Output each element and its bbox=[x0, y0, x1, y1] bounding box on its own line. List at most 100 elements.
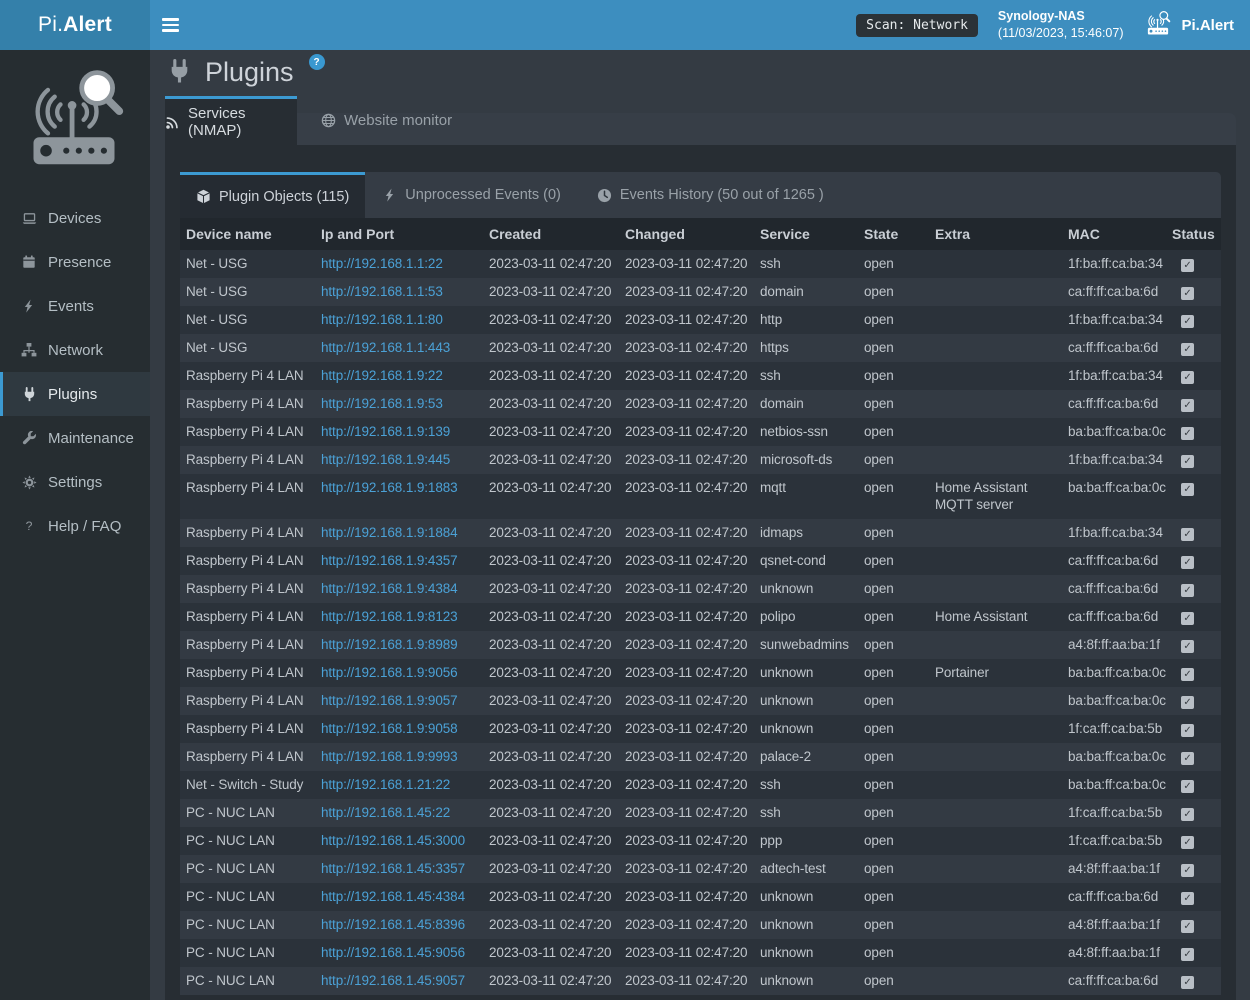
ip-port-link[interactable]: http://192.168.1.21:22 bbox=[321, 777, 450, 792]
column-header-ip-and-port[interactable]: Ip and Port bbox=[315, 218, 483, 250]
ip-port-link[interactable]: http://192.168.1.9:53 bbox=[321, 396, 443, 411]
status-checkbox[interactable]: ✓ bbox=[1181, 808, 1194, 821]
status-checkbox[interactable]: ✓ bbox=[1181, 780, 1194, 793]
sidebar-item-plugins[interactable]: Plugins bbox=[0, 372, 150, 416]
cell-ip: http://192.168.1.9:8989 bbox=[315, 631, 483, 659]
help-badge[interactable]: ? bbox=[309, 54, 325, 70]
sidebar-item-maintenance[interactable]: Maintenance bbox=[0, 416, 150, 460]
tab-services-nmap[interactable]: Services (NMAP) bbox=[165, 96, 297, 145]
status-checkbox[interactable]: ✓ bbox=[1181, 584, 1194, 597]
ip-port-link[interactable]: http://192.168.1.1:443 bbox=[321, 340, 450, 355]
cell-ip: http://192.168.1.9:22 bbox=[315, 362, 483, 390]
subtab-plugin-objects-115[interactable]: Plugin Objects (115) bbox=[180, 172, 365, 218]
column-header-state[interactable]: State bbox=[858, 218, 929, 250]
host-timestamp: (11/03/2023, 15:46:07) bbox=[998, 25, 1124, 42]
ip-port-link[interactable]: http://192.168.1.9:8989 bbox=[321, 637, 458, 652]
ip-port-link[interactable]: http://192.168.1.9:8123 bbox=[321, 609, 458, 624]
status-checkbox[interactable]: ✓ bbox=[1181, 752, 1194, 765]
column-header-status[interactable]: Status bbox=[1166, 218, 1221, 250]
table-row: Net - USGhttp://192.168.1.1:4432023-03-1… bbox=[180, 334, 1221, 362]
column-header-mac[interactable]: MAC bbox=[1062, 218, 1166, 250]
cell-mac: ba:ba:ff:ca:ba:0c bbox=[1062, 659, 1166, 687]
status-checkbox[interactable]: ✓ bbox=[1181, 948, 1194, 961]
status-checkbox[interactable]: ✓ bbox=[1181, 455, 1194, 468]
ip-port-link[interactable]: http://192.168.1.45:4384 bbox=[321, 889, 465, 904]
brand-logo[interactable]: Pi.Alert bbox=[0, 0, 150, 50]
cell-ip: http://192.168.1.21:22 bbox=[315, 771, 483, 799]
status-checkbox[interactable]: ✓ bbox=[1181, 427, 1194, 440]
table-row: Raspberry Pi 4 LANhttp://192.168.1.9:905… bbox=[180, 715, 1221, 743]
status-checkbox[interactable]: ✓ bbox=[1181, 920, 1194, 933]
ip-port-link[interactable]: http://192.168.1.45:9057 bbox=[321, 973, 465, 988]
ip-port-link[interactable]: http://192.168.1.9:22 bbox=[321, 368, 443, 383]
status-checkbox[interactable]: ✓ bbox=[1181, 399, 1194, 412]
ip-port-link[interactable]: http://192.168.1.45:3000 bbox=[321, 833, 465, 848]
sidebar-toggle-icon[interactable] bbox=[162, 0, 198, 50]
cell-changed: 2023-03-11 02:47:20 bbox=[619, 967, 754, 995]
cell-state: open bbox=[858, 771, 929, 799]
ip-port-link[interactable]: http://192.168.1.9:9056 bbox=[321, 665, 458, 680]
subtab-unprocessed-events-0[interactable]: Unprocessed Events (0) bbox=[365, 172, 579, 218]
status-checkbox[interactable]: ✓ bbox=[1181, 343, 1194, 356]
table-row: Net - USGhttp://192.168.1.1:222023-03-11… bbox=[180, 250, 1221, 278]
status-checkbox[interactable]: ✓ bbox=[1181, 724, 1194, 737]
status-checkbox[interactable]: ✓ bbox=[1181, 556, 1194, 569]
cell-state: open bbox=[858, 390, 929, 418]
ip-port-link[interactable]: http://192.168.1.1:22 bbox=[321, 256, 443, 271]
column-header-service[interactable]: Service bbox=[754, 218, 858, 250]
sidebar-item-settings[interactable]: Settings bbox=[0, 460, 150, 504]
sidebar-item-presence[interactable]: Presence bbox=[0, 240, 150, 284]
cell-created: 2023-03-11 02:47:20 bbox=[483, 827, 619, 855]
sidebar-item-devices[interactable]: Devices bbox=[0, 196, 150, 240]
sidebar-menu: DevicesPresenceEventsNetworkPluginsMaint… bbox=[0, 196, 150, 548]
status-checkbox[interactable]: ✓ bbox=[1181, 612, 1194, 625]
ip-port-link[interactable]: http://192.168.1.9:1883 bbox=[321, 480, 458, 495]
sidebar-item-help-faq[interactable]: ?Help / FAQ bbox=[0, 504, 150, 548]
cell-mac: 1f:ca:ff:ca:ba:5b bbox=[1062, 827, 1166, 855]
ip-port-link[interactable]: http://192.168.1.9:9058 bbox=[321, 721, 458, 736]
ip-port-link[interactable]: http://192.168.1.9:4357 bbox=[321, 553, 458, 568]
subtab-events-history-50-out-of-1265[interactable]: Events History (50 out of 1265 ) bbox=[579, 172, 842, 218]
column-header-changed[interactable]: Changed bbox=[619, 218, 754, 250]
ip-port-link[interactable]: http://192.168.1.45:3357 bbox=[321, 861, 465, 876]
status-checkbox[interactable]: ✓ bbox=[1181, 259, 1194, 272]
sidebar-item-events[interactable]: Events bbox=[0, 284, 150, 328]
status-checkbox[interactable]: ✓ bbox=[1181, 976, 1194, 989]
ip-port-link[interactable]: http://192.168.1.45:22 bbox=[321, 805, 450, 820]
ip-port-link[interactable]: http://192.168.1.9:1884 bbox=[321, 525, 458, 540]
status-checkbox[interactable]: ✓ bbox=[1181, 528, 1194, 541]
sidebar: DevicesPresenceEventsNetworkPluginsMaint… bbox=[0, 50, 150, 1000]
cell-mac: 1f:ca:ff:ca:ba:5b bbox=[1062, 799, 1166, 827]
navbar-app-link[interactable]: Pi.Alert bbox=[1143, 9, 1234, 41]
tab-website-monitor[interactable]: Website monitor bbox=[297, 96, 476, 145]
status-checkbox[interactable]: ✓ bbox=[1181, 892, 1194, 905]
clock-icon bbox=[597, 188, 612, 203]
ip-port-link[interactable]: http://192.168.1.9:9057 bbox=[321, 693, 458, 708]
status-checkbox[interactable]: ✓ bbox=[1181, 371, 1194, 384]
status-checkbox[interactable]: ✓ bbox=[1181, 483, 1194, 496]
ip-port-link[interactable]: http://192.168.1.45:8396 bbox=[321, 917, 465, 932]
ip-port-link[interactable]: http://192.168.1.9:445 bbox=[321, 452, 450, 467]
status-checkbox[interactable]: ✓ bbox=[1181, 315, 1194, 328]
column-header-created[interactable]: Created bbox=[483, 218, 619, 250]
status-checkbox[interactable]: ✓ bbox=[1181, 696, 1194, 709]
cell-created: 2023-03-11 02:47:20 bbox=[483, 547, 619, 575]
status-checkbox[interactable]: ✓ bbox=[1181, 287, 1194, 300]
table-row: Net - USGhttp://192.168.1.1:532023-03-11… bbox=[180, 278, 1221, 306]
table-row: PC - NUC LANhttp://192.168.1.45:43842023… bbox=[180, 883, 1221, 911]
ip-port-link[interactable]: http://192.168.1.9:139 bbox=[321, 424, 450, 439]
column-header-device-name[interactable]: Device name bbox=[180, 218, 315, 250]
status-checkbox[interactable]: ✓ bbox=[1181, 864, 1194, 877]
status-checkbox[interactable]: ✓ bbox=[1181, 668, 1194, 681]
cell-status: ✓ bbox=[1166, 446, 1221, 474]
ip-port-link[interactable]: http://192.168.1.45:9056 bbox=[321, 945, 465, 960]
ip-port-link[interactable]: http://192.168.1.9:4384 bbox=[321, 581, 458, 596]
sidebar-item-network[interactable]: Network bbox=[0, 328, 150, 372]
ip-port-link[interactable]: http://192.168.1.9:9993 bbox=[321, 749, 458, 764]
status-checkbox[interactable]: ✓ bbox=[1181, 836, 1194, 849]
ip-port-link[interactable]: http://192.168.1.1:80 bbox=[321, 312, 443, 327]
ip-port-link[interactable]: http://192.168.1.1:53 bbox=[321, 284, 443, 299]
status-checkbox[interactable]: ✓ bbox=[1181, 640, 1194, 653]
column-header-extra[interactable]: Extra bbox=[929, 218, 1062, 250]
cell-status: ✓ bbox=[1166, 883, 1221, 911]
